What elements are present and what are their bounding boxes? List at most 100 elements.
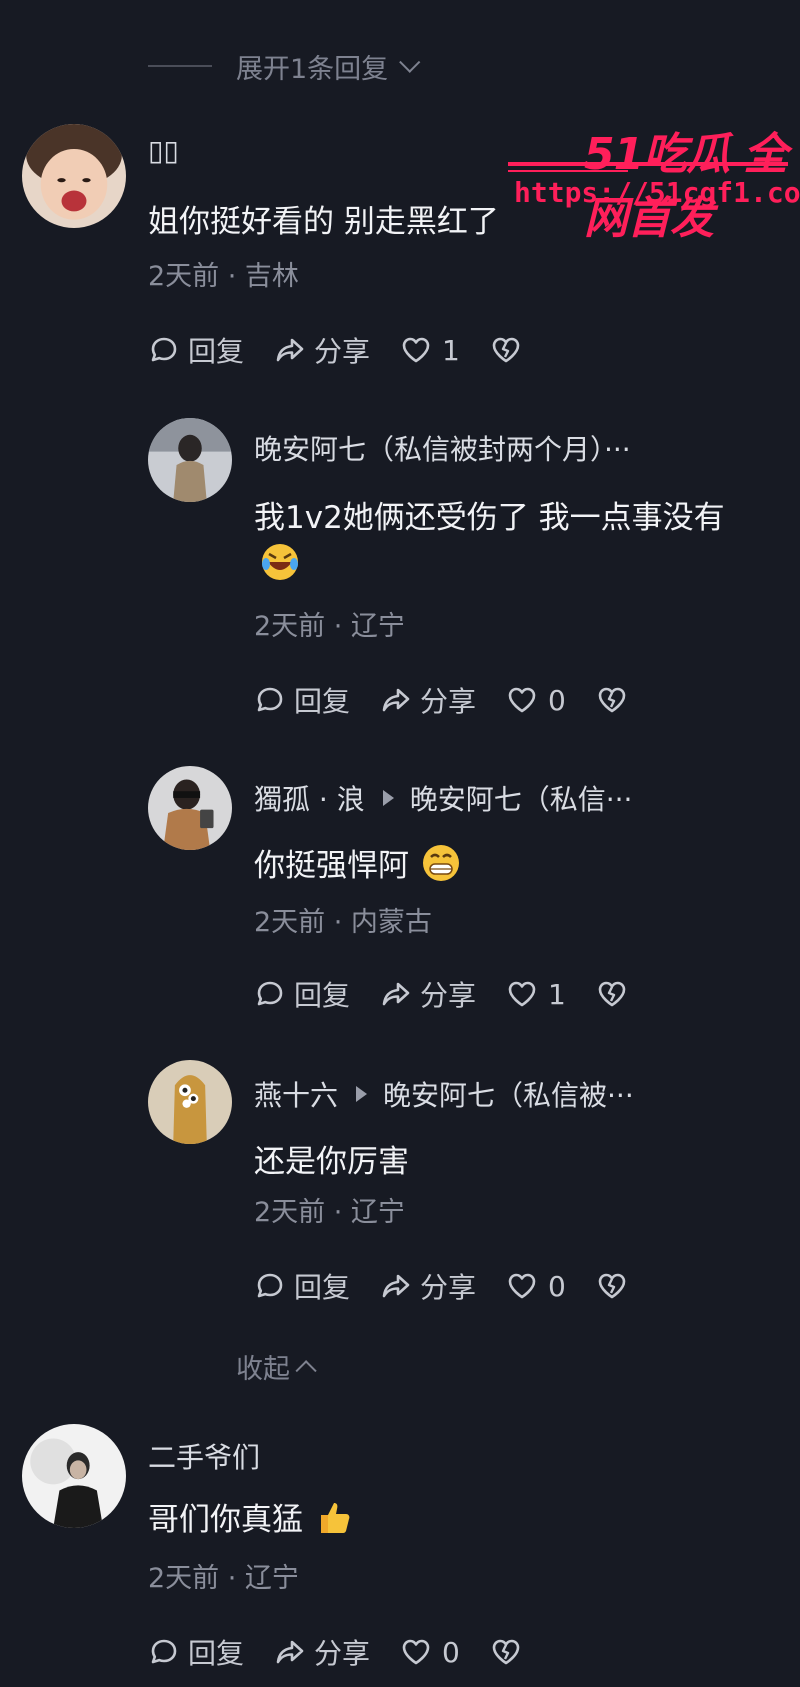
comment-username-row: 燕十六 晚安阿七（私信被···	[254, 1074, 634, 1114]
reply-icon	[257, 687, 283, 712]
comment-meta: 2天前 · 辽宁	[254, 611, 405, 642]
comment-username[interactable]: 燕十六	[254, 1074, 338, 1114]
comment-username[interactable]: ▯▯	[148, 134, 179, 167]
chevron-down-icon	[399, 51, 421, 73]
like-count: 1	[548, 977, 566, 1011]
share-label: 分享	[314, 335, 371, 368]
heart-icon	[402, 1639, 430, 1665]
share-button[interactable]: 分享	[380, 680, 476, 720]
watermark-bar	[508, 170, 628, 172]
like-count: 0	[442, 1635, 460, 1669]
comment-text: 姐你挺好看的 别走黑红了	[148, 204, 499, 240]
reply-label: 回复	[188, 335, 245, 368]
broken-heart-icon	[598, 1273, 626, 1299]
like-count: 1	[442, 333, 460, 367]
share-label: 分享	[420, 685, 477, 718]
expand-replies-label: 展开1条回复	[236, 53, 389, 85]
share-button[interactable]: 分享	[274, 1632, 370, 1672]
avatar[interactable]	[22, 124, 126, 228]
like-button[interactable]: 1	[400, 334, 460, 367]
avatar[interactable]	[148, 418, 232, 502]
heart-icon	[508, 981, 536, 1007]
dislike-button[interactable]	[490, 1636, 530, 1668]
dislike-button[interactable]	[596, 978, 636, 1010]
reply-to-username[interactable]: 晚安阿七（私信被···	[383, 1074, 634, 1114]
expand-replies-button[interactable]: 展开1条回复	[148, 46, 421, 86]
comment-text-row: 你挺强悍阿	[254, 840, 461, 885]
reply-to-username[interactable]: 晚安阿七（私信···	[410, 778, 633, 818]
comment-text: 你挺强悍阿	[254, 848, 409, 884]
like-button[interactable]: 0	[506, 1270, 566, 1303]
avatar[interactable]	[148, 766, 232, 850]
broken-heart-icon	[598, 687, 626, 713]
like-count: 0	[548, 683, 566, 717]
reply-icon	[151, 1639, 177, 1664]
share-icon	[382, 982, 410, 1006]
share-button[interactable]: 分享	[380, 1266, 476, 1306]
comment-username[interactable]: 晚安阿七（私信被封两个月）···	[254, 428, 631, 468]
reply-button[interactable]: 回复	[254, 974, 350, 1014]
reply-to-arrow-icon	[356, 1086, 368, 1102]
comment-username-row: 獨孤 · 浪 晚安阿七（私信···	[254, 778, 632, 818]
reply-label: 回复	[188, 1637, 245, 1670]
comment-meta: 2天前 · 吉林	[148, 261, 299, 292]
comment-actions: 回复 分享 0	[254, 1266, 666, 1306]
reply-label: 回复	[294, 979, 351, 1012]
divider-line	[148, 65, 212, 67]
reply-button[interactable]: 回复	[254, 680, 350, 720]
share-icon	[382, 1274, 410, 1298]
share-icon	[276, 1640, 304, 1664]
broken-heart-icon	[598, 981, 626, 1007]
watermark-url: https://51cgf1.com	[514, 176, 800, 209]
heart-icon	[508, 1273, 536, 1299]
comment-text: 哥们你真猛	[148, 1502, 303, 1538]
reply-to-arrow-icon	[382, 790, 394, 806]
share-icon	[382, 688, 410, 712]
avatar[interactable]	[22, 1424, 126, 1528]
heart-icon	[402, 337, 430, 363]
collapse-replies-label: 收起	[236, 1353, 290, 1385]
like-button[interactable]: 0	[400, 1636, 460, 1669]
reply-button[interactable]: 回复	[254, 1266, 350, 1306]
reply-icon	[257, 1273, 283, 1298]
like-button[interactable]: 0	[506, 684, 566, 717]
dislike-button[interactable]	[596, 1270, 636, 1302]
reply-label: 回复	[294, 685, 351, 718]
comment-username[interactable]: 獨孤 · 浪	[254, 778, 365, 818]
share-button[interactable]: 分享	[380, 974, 476, 1014]
comment-text-row: 哥们你真猛	[148, 1494, 355, 1539]
rofl-emoji	[260, 542, 300, 582]
broken-heart-icon	[492, 1639, 520, 1665]
avatar[interactable]	[148, 1060, 232, 1144]
reply-icon	[151, 337, 177, 362]
comment-username[interactable]: 二手爷们	[148, 1436, 260, 1476]
watermark-bar	[508, 162, 788, 166]
share-label: 分享	[420, 1271, 477, 1304]
comment-meta: 2天前 · 辽宁	[148, 1563, 299, 1594]
reply-icon	[257, 981, 283, 1006]
comment-text: 我1v2她俩还受伤了 我一点事没有	[254, 500, 725, 536]
chevron-up-icon	[295, 1359, 317, 1381]
share-label: 分享	[420, 979, 477, 1012]
share-button[interactable]: 分享	[274, 330, 370, 370]
comment-actions: 回复 分享 1	[254, 974, 666, 1014]
like-button[interactable]: 1	[506, 978, 566, 1011]
share-icon	[276, 338, 304, 362]
reply-label: 回复	[294, 1271, 351, 1304]
dislike-button[interactable]	[490, 334, 530, 366]
thumbs-up-emoji	[315, 1497, 355, 1537]
comment-actions: 回复 分享 0	[148, 1632, 560, 1672]
like-count: 0	[548, 1269, 566, 1303]
grin-emoji	[421, 843, 461, 883]
collapse-replies-button[interactable]: 收起	[236, 1346, 317, 1386]
comment-meta: 2天前 · 内蒙古	[254, 907, 432, 938]
share-label: 分享	[314, 1637, 371, 1670]
reply-button[interactable]: 回复	[148, 1632, 244, 1672]
comment-actions: 回复 分享 0	[254, 680, 666, 720]
reply-button[interactable]: 回复	[148, 330, 244, 370]
comment-meta: 2天前 · 辽宁	[254, 1197, 405, 1228]
heart-icon	[508, 687, 536, 713]
broken-heart-icon	[492, 337, 520, 363]
dislike-button[interactable]	[596, 684, 636, 716]
comment-text: 还是你厉害	[254, 1144, 409, 1180]
